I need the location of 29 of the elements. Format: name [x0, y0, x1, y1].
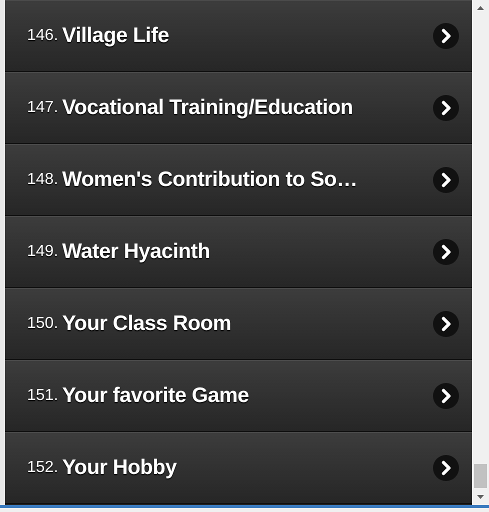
item-number: 149.: [27, 242, 58, 262]
chevron-right-icon: [433, 383, 459, 409]
chevron-right-icon: [433, 23, 459, 49]
chevron-right-icon: [433, 311, 459, 337]
item-number: 152.: [27, 458, 58, 478]
item-title: Vocational Training/Education: [62, 95, 353, 122]
list-item[interactable]: 151. Your favorite Game: [5, 360, 472, 432]
item-number: 147.: [27, 98, 58, 118]
scrollbar-thumb[interactable]: [474, 464, 487, 488]
list-item[interactable]: 146. Village Life: [5, 0, 472, 72]
item-number: 150.: [27, 314, 58, 334]
list-item[interactable]: 147. Vocational Training/Education: [5, 72, 472, 144]
item-title: Your Class Room: [62, 311, 232, 338]
item-title: Village Life: [62, 23, 170, 50]
item-number: 148.: [27, 170, 58, 190]
chevron-right-icon: [433, 455, 459, 481]
item-title: Water Hyacinth: [62, 239, 210, 266]
list-item[interactable]: 148. Women's Contribution to So…: [5, 144, 472, 216]
list-item[interactable]: 150. Your Class Room: [5, 288, 472, 360]
item-title: Your favorite Game: [62, 383, 249, 410]
item-number: 146.: [27, 26, 58, 46]
chevron-right-icon: [433, 167, 459, 193]
chevron-right-icon: [433, 239, 459, 265]
item-number: 151.: [27, 386, 58, 406]
item-title: Women's Contribution to So…: [62, 167, 358, 194]
list-item[interactable]: 149. Water Hyacinth: [5, 216, 472, 288]
item-title: Your Hobby: [62, 455, 177, 482]
list-item[interactable]: 152. Your Hobby: [5, 432, 472, 504]
chevron-right-icon: [433, 95, 459, 121]
